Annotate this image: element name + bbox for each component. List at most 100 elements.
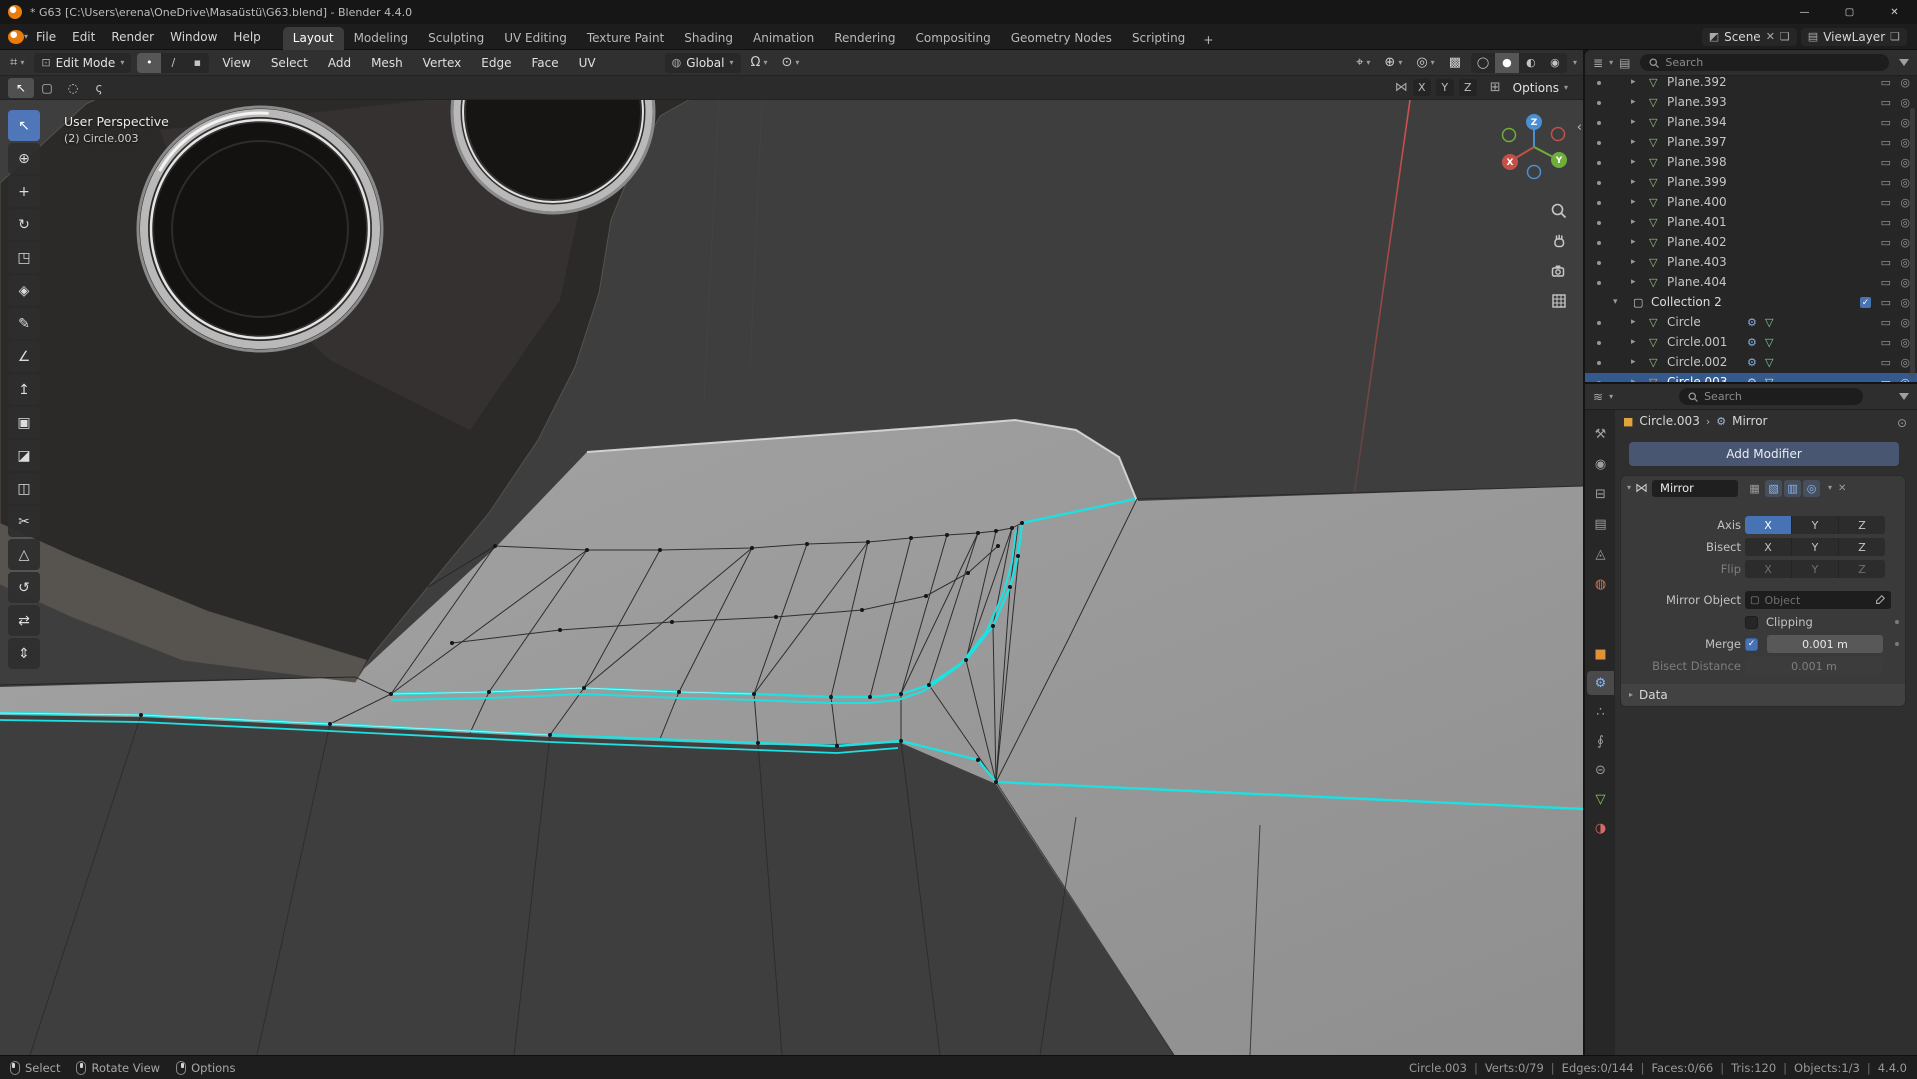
- tab-object[interactable]: ■: [1587, 642, 1614, 666]
- tool-loop-cut[interactable]: ◫: [8, 473, 40, 504]
- mirror-z-toggle[interactable]: Z: [1458, 79, 1477, 96]
- disable-viewport-icon[interactable]: ▭: [1881, 336, 1891, 349]
- modifier-name-field[interactable]: Mirror: [1652, 479, 1739, 497]
- menu-uv[interactable]: UV: [572, 53, 603, 73]
- object-name[interactable]: Circle.002: [1667, 355, 1727, 369]
- tab-object-data[interactable]: ▽: [1587, 787, 1614, 811]
- menu-help[interactable]: Help: [225, 27, 268, 47]
- mirror-y-toggle[interactable]: Y: [1435, 79, 1454, 96]
- disclosure-icon[interactable]: ▸: [1631, 157, 1636, 167]
- face-select-button[interactable]: ▪: [185, 53, 209, 73]
- shading-wireframe-button[interactable]: ◯: [1471, 53, 1495, 73]
- tab-material[interactable]: ◑: [1587, 816, 1614, 840]
- shading-rendered-button[interactable]: ◉: [1543, 53, 1567, 73]
- outliner-row-plane398[interactable]: ▸ ▽ Plane.398 ▭ ◎: [1585, 153, 1917, 173]
- outliner-scrollbar[interactable]: [1910, 108, 1915, 378]
- scene-selector[interactable]: ◩ Scene ✕ ❏: [1701, 27, 1797, 46]
- disable-render-icon[interactable]: ◎: [1900, 96, 1910, 109]
- disable-viewport-icon[interactable]: ▭: [1881, 236, 1891, 249]
- disable-render-icon[interactable]: ◎: [1900, 356, 1910, 369]
- workspace-tab-geometry-nodes[interactable]: Geometry Nodes: [1001, 27, 1122, 50]
- disclosure-icon[interactable]: ▸: [1631, 117, 1636, 127]
- mirror-object-field[interactable]: ▢ Object: [1745, 591, 1891, 609]
- modifier-panel-header[interactable]: ▾ ⋈ Mirror ▦ ▧ ▥ ◎ ▾ ✕: [1621, 476, 1905, 500]
- object-name[interactable]: Plane.401: [1667, 215, 1727, 229]
- disable-render-icon[interactable]: ◎: [1900, 216, 1910, 229]
- properties-search-input[interactable]: Search: [1679, 388, 1863, 405]
- disable-viewport-icon[interactable]: ▭: [1881, 296, 1891, 309]
- properties-editor-caret-icon[interactable]: ▾: [1609, 392, 1613, 401]
- tool-bevel[interactable]: ◪: [8, 440, 40, 471]
- outliner-editor-caret-icon[interactable]: ▾: [1609, 58, 1613, 67]
- tool-poly-build[interactable]: △: [8, 539, 40, 570]
- lasso-select-button[interactable]: ς: [86, 78, 112, 98]
- tool-measure[interactable]: ∠: [8, 341, 40, 372]
- visibility-dropdown[interactable]: ⌖ ▾: [1352, 53, 1374, 72]
- bisect-y-button[interactable]: Y: [1792, 538, 1838, 556]
- object-name[interactable]: Plane.402: [1667, 235, 1727, 249]
- menu-render[interactable]: Render: [103, 27, 162, 47]
- viewlayer-selector[interactable]: ▤ ViewLayer ❏: [1800, 27, 1907, 46]
- data-subpanel-header[interactable]: ▸ Data: [1621, 684, 1905, 706]
- tool-edge-slide[interactable]: ⇄: [8, 605, 40, 636]
- workspace-tab-rendering[interactable]: Rendering: [824, 27, 905, 50]
- tab-scene[interactable]: ◬: [1587, 542, 1614, 566]
- disable-viewport-icon[interactable]: ▭: [1881, 356, 1891, 369]
- disable-render-icon[interactable]: ◎: [1900, 76, 1910, 89]
- disable-render-icon[interactable]: ◎: [1900, 116, 1910, 129]
- shading-caret-icon[interactable]: ▾: [1573, 58, 1577, 67]
- panel-expand-icon[interactable]: ▾: [1627, 484, 1631, 492]
- outliner-row-circle001[interactable]: ▸ ▽ Circle.001 ⚙ ▽ ▭ ◎: [1585, 333, 1917, 353]
- edge-select-button[interactable]: ∕: [161, 53, 185, 73]
- snap-grid-icon[interactable]: ⊞: [1490, 81, 1501, 94]
- clipping-checkbox[interactable]: [1745, 615, 1758, 629]
- bisect-distance-field[interactable]: 0.001 m: [1745, 657, 1883, 675]
- disable-viewport-icon[interactable]: ▭: [1881, 256, 1891, 269]
- outliner-row-plane397[interactable]: ▸ ▽ Plane.397 ▭ ◎: [1585, 133, 1917, 153]
- tool-cursor[interactable]: ⊕: [8, 143, 40, 174]
- pin-icon[interactable]: ⊙: [1897, 416, 1907, 430]
- pan-hand-icon[interactable]: [1548, 230, 1570, 252]
- tab-view-layer[interactable]: ▤: [1587, 512, 1614, 536]
- menu-file[interactable]: File: [28, 27, 64, 47]
- animate-dot-icon[interactable]: [1895, 620, 1899, 624]
- add-workspace-button[interactable]: +: [1195, 30, 1221, 50]
- menu-select[interactable]: Select: [264, 53, 315, 73]
- disable-viewport-icon[interactable]: ▭: [1881, 196, 1891, 209]
- transform-orientation-dropdown[interactable]: ◍ Global ▾: [664, 52, 741, 73]
- tool-select-box[interactable]: ↖: [8, 110, 40, 141]
- shading-solid-button[interactable]: ●: [1494, 52, 1519, 73]
- disable-render-icon[interactable]: ◎: [1900, 156, 1910, 169]
- editor-type-selector[interactable]: ⌗ ▾: [6, 53, 28, 72]
- tab-output[interactable]: ⊟: [1587, 482, 1614, 506]
- menu-window[interactable]: Window: [162, 27, 225, 47]
- workspace-tab-shading[interactable]: Shading: [674, 27, 743, 50]
- disclosure-icon[interactable]: ▸: [1631, 337, 1636, 347]
- flip-y-button[interactable]: Y: [1792, 560, 1838, 578]
- disclosure-icon[interactable]: ▸: [1631, 77, 1636, 87]
- close-button[interactable]: ✕: [1872, 0, 1917, 24]
- outliner-row-plane404[interactable]: ▸ ▽ Plane.404 ▭ ◎: [1585, 273, 1917, 293]
- menu-add[interactable]: Add: [321, 53, 358, 73]
- tool-rotate[interactable]: ↻: [8, 209, 40, 240]
- disable-viewport-icon[interactable]: ▭: [1881, 76, 1891, 89]
- disable-render-icon[interactable]: ◎: [1900, 196, 1910, 209]
- outliner-row-plane399[interactable]: ▸ ▽ Plane.399 ▭ ◎: [1585, 173, 1917, 193]
- flip-x-button[interactable]: X: [1745, 560, 1791, 578]
- object-name[interactable]: Circle: [1667, 315, 1701, 329]
- menu-mesh[interactable]: Mesh: [364, 53, 410, 73]
- axis-z-button[interactable]: Z: [1839, 516, 1885, 534]
- disclosure-icon[interactable]: ▸: [1631, 137, 1636, 147]
- disclosure-icon[interactable]: ▸: [1631, 197, 1636, 207]
- tab-particles[interactable]: ∴: [1587, 700, 1614, 724]
- mirror-x-toggle[interactable]: X: [1412, 79, 1431, 96]
- sidebar-collapse-icon[interactable]: ‹: [1577, 120, 1582, 135]
- tool-extrude-region[interactable]: ↥: [8, 374, 40, 405]
- workspace-tab-sculpting[interactable]: Sculpting: [418, 27, 494, 50]
- menu-edit[interactable]: Edit: [64, 27, 103, 47]
- properties-filter-icon[interactable]: [1899, 393, 1909, 400]
- workspace-tab-texture-paint[interactable]: Texture Paint: [577, 27, 674, 50]
- bisect-z-button[interactable]: Z: [1839, 538, 1885, 556]
- eyedropper-icon[interactable]: [1874, 594, 1886, 606]
- tool-options-dropdown[interactable]: Options ▾: [1506, 78, 1575, 98]
